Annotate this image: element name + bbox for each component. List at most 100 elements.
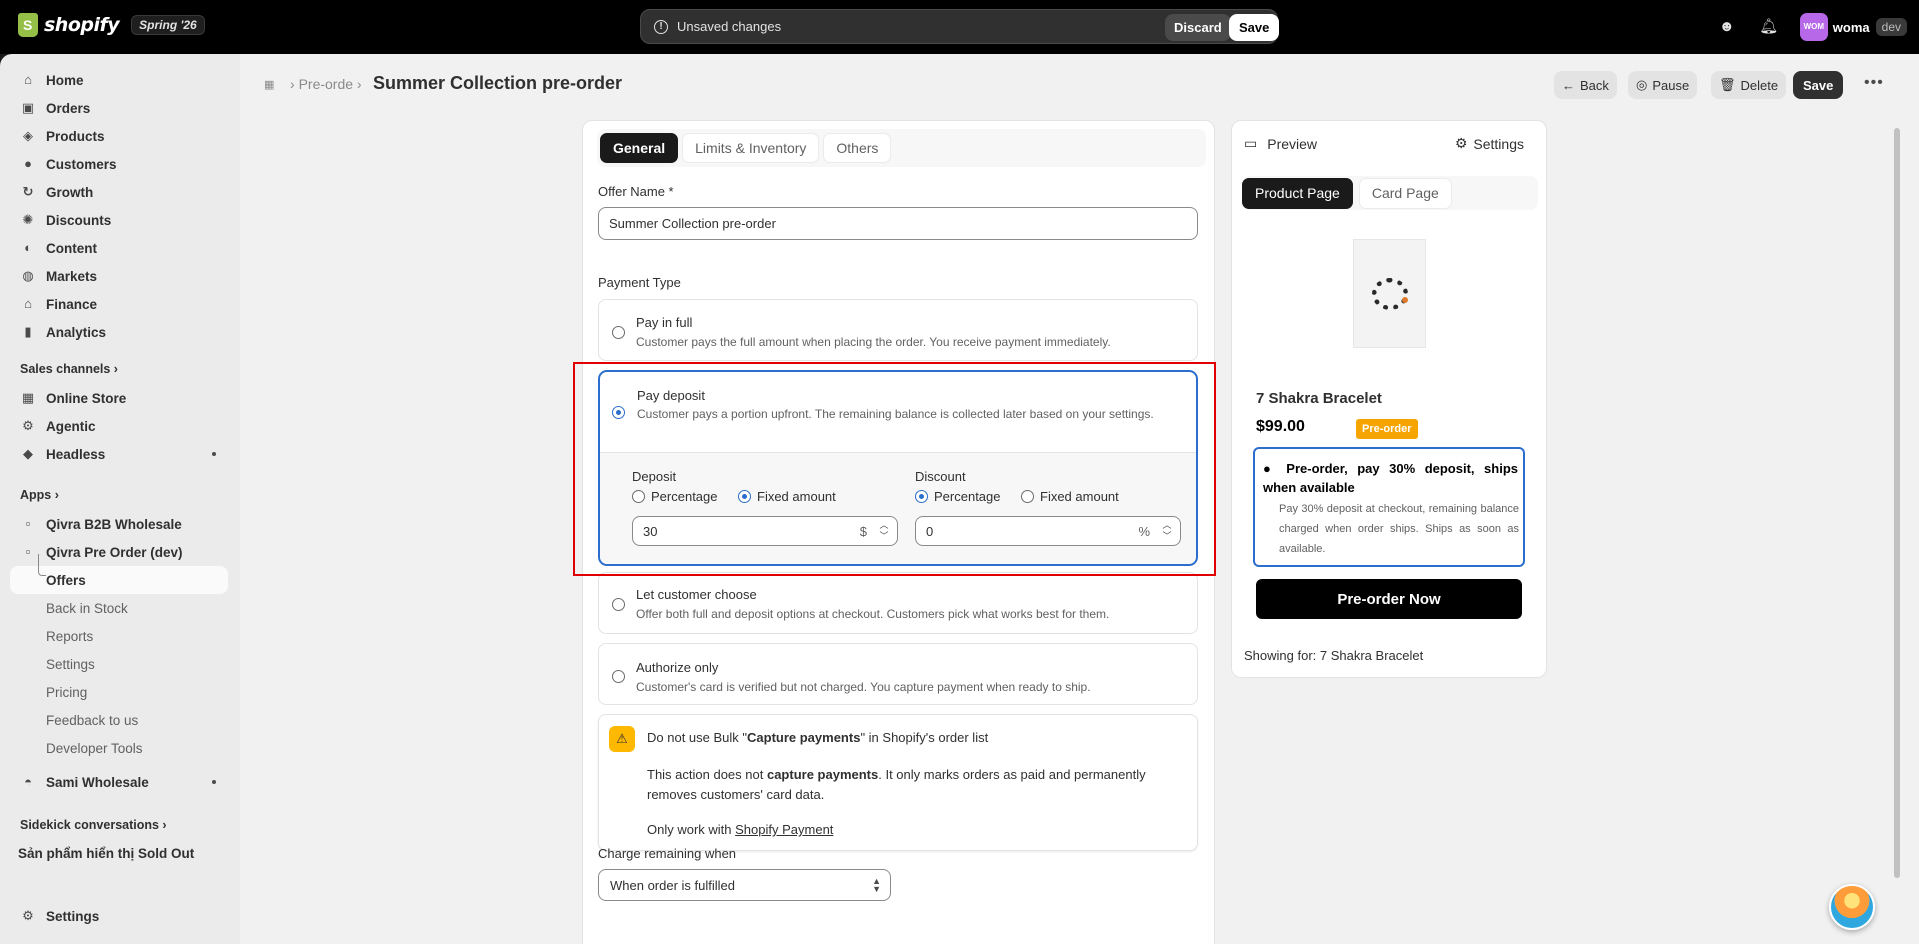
sidebar-item-customers[interactable]: ● Customers [10,150,228,178]
sidebar-item-agentic[interactable]: ⚙ Agentic [10,412,228,440]
discount-amount-input[interactable]: 0 % ︿ ﹀ [915,516,1181,546]
discount-option-fixed[interactable]: Fixed amount [1021,489,1119,504]
payment-option-pay-deposit[interactable]: Pay deposit Customer pays a portion upfr… [598,370,1198,566]
page-header: ▦ › Pre-orde › Summer Collection pre-ord… [240,54,1919,110]
shopify-payment-link[interactable]: Shopify Payment [735,822,833,837]
sidekick-heading[interactable]: Sidekick conversations › [20,818,167,832]
apps-heading[interactable]: Apps › [20,488,59,502]
sidebar-item-online-store[interactable]: ▦ Online Store [10,384,228,412]
preview-tab[interactable]: ▭ Preview [1244,135,1317,152]
warning-body-bold: capture payments [766,767,879,782]
avatar[interactable]: WOM [1799,13,1828,41]
pause-button[interactable]: ◎ Pause [1628,71,1698,99]
sidebar-item-finance[interactable]: ⌂ Finance [10,290,228,318]
arrow-left-icon: ← [1562,77,1575,93]
deposit-amount-input[interactable]: 30 $ ︿ ﹀ [632,516,898,546]
radio-authorize-only[interactable] [612,670,625,683]
deposit-option-fixed[interactable]: Fixed amount [738,489,836,504]
sidebar-item-headless[interactable]: ◆ Headless [10,440,228,468]
sidekick-avatar-button[interactable] [1829,884,1875,930]
store-icon: ▦ [21,390,35,405]
back-button[interactable]: ← Back [1554,71,1617,99]
tab-product-page[interactable]: Product Page [1242,177,1353,209]
radio-pay-in-full[interactable] [612,326,625,339]
sidebar-subitem-feedback[interactable]: Feedback to us [10,706,228,734]
home-icon: ⌂ [24,72,32,87]
charge-remaining-select[interactable]: When order is fulfilled ▲ ▼ [598,869,891,901]
sidebar-item-discounts[interactable]: ✺ Discounts [10,206,228,234]
tab-others[interactable]: Others [823,133,892,163]
sidebar-item-content[interactable]: ◐ Content [10,234,228,262]
radio-discount-fixed[interactable] [1021,490,1034,503]
radio-deposit-percentage[interactable] [632,490,645,503]
sidebar-subitem-label: Offers [46,572,86,588]
sidekick-icon[interactable]: ☻ [1716,16,1738,38]
radio-deposit-fixed[interactable] [738,490,751,503]
tab-general[interactable]: General [600,133,679,163]
payment-option-authorize-only[interactable]: Authorize only Customer's card is verifi… [598,643,1198,705]
store-name[interactable]: woma [1833,20,1870,35]
payment-option-desc: Customer pays a portion upfront. The rem… [637,407,1154,421]
sidebar-item-growth[interactable]: ↻ Growth [10,178,228,206]
sidebar-item-home[interactable]: ⌂ Home [10,66,228,94]
form-tabs: General Limits & Inventory Others [597,129,1206,167]
scrollbar-thumb[interactable] [1894,128,1900,878]
discount-option-percentage[interactable]: Percentage [915,489,1001,504]
sidebar-item-label: Discounts [46,212,112,228]
breadcrumb[interactable]: › Pre-orde › [290,76,362,92]
sidebar-item-analytics[interactable]: ▮ Analytics [10,318,228,346]
preview-settings-button[interactable]: ⚙ Settings [1455,135,1524,152]
bracelet-image [1372,278,1408,310]
sidebar-subitem-reports[interactable]: Reports [10,622,228,650]
delete-button[interactable]: 🗑︎ Delete [1711,71,1787,99]
sidebar-item-label: Growth [46,184,94,200]
logo-text: shopify [44,14,120,36]
radio-pay-deposit[interactable] [612,406,625,419]
sidebar-subitem-back-in-stock[interactable]: Back in Stock [10,594,228,622]
sidebar-item-orders[interactable]: ▣ Orders [10,94,228,122]
stepper-icon[interactable]: ︿ ﹀ [1158,520,1176,542]
tab-limits-inventory[interactable]: Limits & Inventory [682,133,820,163]
payment-option-let-customer-choose[interactable]: Let customer choose Offer both full and … [598,572,1198,634]
preorder-now-button[interactable]: Pre-order Now [1256,579,1522,619]
shopify-logo[interactable]: shopify Spring '26 [18,13,205,37]
radio-let-customer-choose[interactable] [612,598,625,611]
payment-option-pay-in-full[interactable]: Pay in full Customer pays the full amoun… [598,299,1198,361]
deposit-option-percentage[interactable]: Percentage [632,489,718,504]
more-actions-icon[interactable]: ••• [1864,74,1884,92]
scrollbar[interactable] [1892,114,1902,944]
sidebar-item-markets[interactable]: ◍ Markets [10,262,228,290]
save-button-top[interactable]: Save [1229,14,1280,41]
sidebar-item-label: Products [46,128,105,144]
save-button[interactable]: Save [1793,71,1844,99]
sidebar-item-products[interactable]: ◈ Products [10,122,228,150]
warning-foot-pre: Only work with [647,822,736,837]
trash-icon: 🗑︎ [1719,77,1736,92]
sidebar-subitem-settings[interactable]: Settings [10,650,228,678]
sidebar-item-label: Home [46,72,84,88]
sidebar-item-settings[interactable]: ⚙ Settings [10,902,228,930]
app-icon[interactable]: ▦ [264,78,274,91]
discard-button[interactable]: Discard [1165,14,1231,41]
bell-icon[interactable]: 🔔︎ [1758,16,1780,38]
app-icon: ◓ [24,774,32,789]
sales-channels-heading[interactable]: Sales channels › [20,362,118,376]
page-title: Summer Collection pre-order [373,73,623,93]
sidebar-subitem-pricing[interactable]: Pricing [10,678,228,706]
payment-option-title: Pay in full [636,315,693,330]
tag-icon: ◈ [23,128,33,143]
stepper-icon[interactable]: ︿ ﹀ [875,520,893,542]
sidebar-subitem-developer-tools[interactable]: Developer Tools [10,734,228,762]
radio-discount-percentage[interactable] [915,490,928,503]
breadcrumb-label: Pre-orde [298,76,354,92]
sidekick-conversation-item[interactable]: Sản phẩm hiển thị Sold Out [18,846,194,861]
tab-card-page[interactable]: Card Page [1358,177,1452,209]
offer-name-input[interactable] [598,207,1198,240]
payment-option-title: Authorize only [636,660,719,675]
sidebar-item-qivra-b2b[interactable]: ▫ Qivra B2B Wholesale [10,510,228,538]
sidebar-item-sami-wholesale[interactable]: ◓ Sami Wholesale [10,768,228,796]
edition-badge[interactable]: Spring '26 [131,15,205,35]
sidebar-subitem-offers[interactable]: Offers [10,554,228,594]
preview-settings-label: Settings [1473,135,1524,152]
payment-option-title: Let customer choose [636,587,757,602]
